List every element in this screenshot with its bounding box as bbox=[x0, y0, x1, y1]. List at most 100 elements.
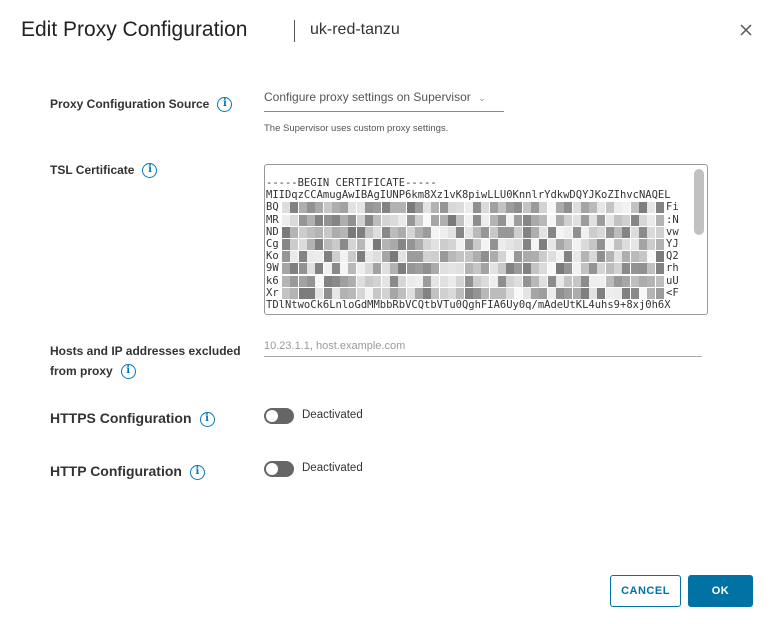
redacted-block bbox=[630, 251, 639, 263]
redacted-block bbox=[547, 251, 556, 263]
redacted-block bbox=[572, 202, 581, 214]
certificate-textarea[interactable]: -----BEGIN CERTIFICATE----- MIIDqzCCAmugA… bbox=[264, 164, 708, 315]
redacted-block bbox=[340, 238, 349, 250]
redacted-block bbox=[456, 238, 465, 250]
info-icon[interactable]: i bbox=[199, 411, 215, 427]
redacted-block bbox=[539, 263, 548, 275]
redacted-block bbox=[398, 263, 407, 275]
hosts-input[interactable]: 10.23.1.1, host.example.com bbox=[264, 340, 702, 357]
redacted-block bbox=[481, 263, 490, 275]
redacted-block bbox=[448, 214, 456, 226]
redacted-block bbox=[522, 251, 531, 263]
redacted-block bbox=[564, 263, 573, 275]
redacted-block bbox=[456, 214, 465, 226]
redacted-block bbox=[389, 263, 398, 275]
certificate-line-end: vw bbox=[666, 225, 679, 238]
redacted-block bbox=[389, 202, 398, 214]
redacted-block bbox=[456, 263, 465, 275]
redacted-block bbox=[605, 214, 614, 226]
redacted-block bbox=[298, 226, 307, 238]
redacted-block bbox=[448, 275, 456, 287]
redacted-block bbox=[365, 251, 373, 263]
redacted-block bbox=[564, 287, 573, 299]
redacted-block bbox=[373, 214, 382, 226]
redacted-block bbox=[306, 287, 315, 299]
info-icon[interactable]: i bbox=[142, 163, 158, 179]
redacted-block bbox=[655, 287, 664, 299]
redacted-block bbox=[564, 275, 573, 287]
redacted-block bbox=[647, 263, 656, 275]
redacted-block bbox=[597, 287, 606, 299]
redacted-block bbox=[348, 287, 357, 299]
redacted-block bbox=[547, 287, 556, 299]
redacted-block bbox=[580, 275, 589, 287]
redacted-block bbox=[481, 226, 490, 238]
redacted-block bbox=[614, 287, 622, 299]
redacted-block bbox=[614, 202, 622, 214]
redacted-block bbox=[622, 275, 631, 287]
redacted-block bbox=[298, 202, 307, 214]
redacted-block bbox=[605, 202, 614, 214]
redacted-block bbox=[564, 226, 573, 238]
redacted-block bbox=[282, 238, 290, 250]
redacted-block bbox=[381, 214, 390, 226]
redacted-block bbox=[381, 287, 390, 299]
certificate-line-text: Xr bbox=[266, 286, 279, 299]
proxy-source-label: Proxy Configuration Source i bbox=[50, 97, 233, 113]
http-toggle[interactable] bbox=[264, 461, 294, 477]
redacted-block bbox=[481, 275, 490, 287]
redacted-block bbox=[580, 214, 589, 226]
redacted-block bbox=[282, 275, 290, 287]
info-icon[interactable]: i bbox=[217, 97, 233, 113]
redacted-block bbox=[315, 238, 324, 250]
https-toggle[interactable] bbox=[264, 408, 294, 424]
certificate-line-text: -----BEGIN CERTIFICATE----- bbox=[266, 177, 437, 189]
redacted-block bbox=[580, 238, 589, 250]
redacted-block bbox=[373, 238, 382, 250]
redacted-block bbox=[614, 263, 622, 275]
certificate-line-text: k6 bbox=[266, 274, 279, 287]
redacted-block bbox=[448, 263, 456, 275]
redacted-block bbox=[464, 287, 473, 299]
certificate-line-end: uU bbox=[666, 274, 679, 287]
redacted-block bbox=[589, 214, 598, 226]
certificate-line: -----BEGIN CERTIFICATE----- bbox=[266, 177, 707, 189]
certificate-line-end: :N bbox=[666, 213, 679, 226]
redacted-block bbox=[456, 287, 465, 299]
redacted-block bbox=[298, 251, 307, 263]
redacted-block bbox=[489, 214, 498, 226]
redacted-block bbox=[373, 263, 382, 275]
redacted-block bbox=[605, 275, 614, 287]
redacted-block bbox=[282, 214, 290, 226]
redacted-block bbox=[365, 263, 373, 275]
redacted-block bbox=[506, 263, 515, 275]
redacted-block bbox=[381, 202, 390, 214]
redacted-block bbox=[290, 238, 299, 250]
redacted-block bbox=[489, 238, 498, 250]
redacted-block bbox=[638, 263, 647, 275]
redacted-block bbox=[389, 287, 398, 299]
ok-button[interactable]: OK bbox=[688, 575, 753, 607]
close-icon[interactable] bbox=[736, 20, 756, 40]
redacted-block bbox=[539, 251, 548, 263]
redacted-block bbox=[365, 275, 373, 287]
redacted-block bbox=[381, 251, 390, 263]
redacted-block bbox=[622, 238, 631, 250]
redacted-block bbox=[356, 214, 365, 226]
redacted-block bbox=[655, 226, 664, 238]
certificate-label-text: TSL Certificate bbox=[50, 163, 135, 177]
redacted-block bbox=[531, 275, 539, 287]
redacted-block bbox=[348, 214, 357, 226]
redacted-block bbox=[406, 287, 415, 299]
info-icon[interactable]: i bbox=[120, 364, 136, 380]
redacted-block bbox=[356, 263, 365, 275]
redacted-block bbox=[306, 275, 315, 287]
cancel-button[interactable]: CANCEL bbox=[610, 575, 681, 607]
redacted-block bbox=[323, 202, 332, 214]
info-icon[interactable]: i bbox=[189, 464, 205, 480]
redacted-block bbox=[431, 263, 440, 275]
redacted-block bbox=[315, 214, 324, 226]
proxy-source-select[interactable]: Configure proxy settings on Supervisor ⌄ bbox=[264, 90, 504, 112]
redacted-block bbox=[489, 275, 498, 287]
redacted-block bbox=[605, 287, 614, 299]
